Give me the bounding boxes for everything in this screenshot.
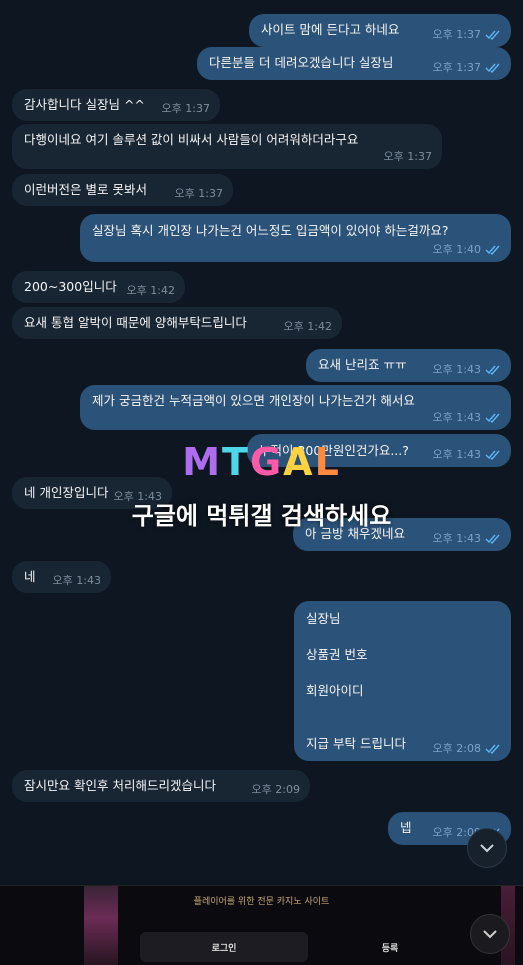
message-time: 오후 1:42: [283, 320, 332, 333]
message-meta: 오후 1:37: [433, 26, 501, 43]
message-meta: 오후 1:43: [433, 361, 501, 378]
scroll-down-button[interactable]: [470, 914, 510, 954]
message-time: 오후 1:43: [52, 574, 101, 587]
message-line: 지급 부탁 드립니다: [306, 736, 406, 751]
message-meta: 오후 2:08: [433, 740, 501, 757]
message-outgoing[interactable]: 누적이 300만원인건가요...? 오후 1:43: [247, 434, 511, 467]
read-check-icon: [485, 30, 501, 40]
message-meta: 오후 1:43: [433, 446, 501, 463]
read-check-icon: [485, 744, 501, 754]
message-time: 오후 1:43: [432, 363, 481, 376]
register-button[interactable]: 등록: [310, 932, 470, 962]
message-time: 오후 1:43: [432, 448, 481, 461]
read-check-icon: [485, 534, 501, 544]
message-time: 오후 1:37: [432, 28, 481, 41]
chevron-down-icon: [480, 844, 494, 853]
message-outgoing[interactable]: 다른분들 더 데려오겠습니다 실장님 오후 1:37: [197, 47, 511, 80]
message-outgoing[interactable]: 아 금방 채우겠네요 오후 1:43: [293, 518, 511, 551]
message-incoming[interactable]: 네 오후 1:43: [12, 561, 111, 593]
message-incoming[interactable]: 다행이네요 여기 솔루션 값이 비싸서 사람들이 어려워하더라구요 오후 1:3…: [12, 124, 442, 169]
ad-banner[interactable]: 플레이어를 위한 전문 카지노 사이트 로그인 등록: [0, 885, 523, 965]
chat-area: 사이트 맘에 든다고 하네요 오후 1:37 다른분들 더 데려오겠습니다 실장…: [0, 0, 523, 885]
message-text: 넵: [400, 820, 412, 835]
message-incoming[interactable]: 이런버전은 별로 못봐서 오후 1:37: [12, 174, 233, 206]
read-check-icon: [485, 413, 501, 423]
message-time: 오후 2:09: [251, 783, 300, 796]
banner-title: 플레이어를 위한 전문 카지노 사이트: [193, 897, 330, 907]
message-time: 오후 1:37: [161, 102, 210, 115]
message-time: 오후 1:43: [113, 490, 162, 503]
message-time: 오후 1:37: [432, 61, 481, 74]
message-time: 오후 1:40: [432, 243, 481, 256]
message-text: 아 금방 채우겠네요: [305, 526, 405, 541]
message-text: 제가 궁금한건 누적금액이 있으면 개인장이 나가는건가 해서요: [92, 393, 415, 408]
message-incoming[interactable]: 잠시만요 확인후 처리해드리겠습니다 오후 2:09: [12, 770, 310, 802]
message-incoming[interactable]: 네 개인장입니다 오후 1:43: [12, 477, 172, 509]
message-text: 누적이 300만원인건가요...?: [259, 443, 409, 458]
message-time: 오후 2:08: [432, 742, 481, 755]
message-incoming[interactable]: 요새 통협 알박이 때문에 양해부탁드립니다 오후 1:42: [12, 307, 342, 339]
message-text: 다행이네요 여기 솔루션 값이 비싸서 사람들이 어려워하더라구요: [24, 132, 359, 147]
message-outgoing[interactable]: 요새 난리죠 ㅠㅠ 오후 1:43: [306, 349, 511, 382]
message-meta: 오후 1:43: [433, 409, 501, 426]
read-check-icon: [485, 63, 501, 73]
message-text: 이런버전은 별로 못봐서: [24, 182, 147, 197]
message-time: 오후 1:37: [174, 187, 223, 200]
message-line: 실장님: [306, 611, 341, 626]
read-check-icon: [485, 245, 501, 255]
message-line: 회원아이디: [306, 683, 364, 698]
message-meta: 오후 1:40: [433, 241, 501, 258]
message-text: 네 개인장입니다: [24, 485, 109, 500]
message-text: 네: [24, 569, 36, 584]
message-incoming[interactable]: 감사합니다 실장님 ^^ 오후 1:37: [12, 89, 220, 121]
message-incoming[interactable]: 200~300입니다 오후 1:42: [12, 271, 185, 303]
message-time: 오후 1:43: [432, 411, 481, 424]
message-text: 요새 난리죠 ㅠㅠ: [318, 357, 407, 372]
message-time: 오후 1:42: [126, 284, 175, 297]
chevron-down-icon: [483, 930, 497, 939]
message-time: 오후 1:43: [432, 532, 481, 545]
logo-letter: M: [182, 440, 223, 484]
message-line: 상품권 번호: [306, 647, 368, 662]
message-text: 200~300입니다: [24, 279, 117, 294]
message-outgoing[interactable]: 사이트 맘에 든다고 하네요 오후 1:37: [249, 14, 511, 47]
message-text: 다른분들 더 데려오겠습니다 실장님: [209, 55, 394, 70]
message-text: 감사합니다 실장님 ^^: [24, 97, 145, 112]
message-meta: 오후 1:43: [433, 530, 501, 547]
message-text: 요새 통협 알박이 때문에 양해부탁드립니다: [24, 315, 247, 330]
message-outgoing[interactable]: 실장님 혹시 개인장 나가는건 어느정도 입금액이 있어야 하는걸까요? 오후 …: [80, 214, 511, 262]
message-outgoing[interactable]: 실장님 상품권 번호 회원아이디 지급 부탁 드립니다 오후 2:08: [294, 601, 511, 761]
message-outgoing[interactable]: 제가 궁금한건 누적금액이 있으면 개인장이 나가는건가 해서요 오후 1:43: [80, 385, 511, 430]
message-text: 실장님 혹시 개인장 나가는건 어느정도 입금액이 있어야 하는걸까요?: [92, 223, 449, 238]
message-text: 잠시만요 확인후 처리해드리겠습니다: [24, 778, 216, 793]
read-check-icon: [485, 450, 501, 460]
scroll-down-button[interactable]: [467, 828, 507, 868]
message-time: 오후 1:37: [383, 150, 432, 163]
read-check-icon: [485, 365, 501, 375]
login-button[interactable]: 로그인: [140, 932, 308, 962]
message-text: 사이트 맘에 든다고 하네요: [261, 22, 400, 37]
message-meta: 오후 1:37: [433, 59, 501, 76]
logo-letter: T: [222, 440, 250, 484]
